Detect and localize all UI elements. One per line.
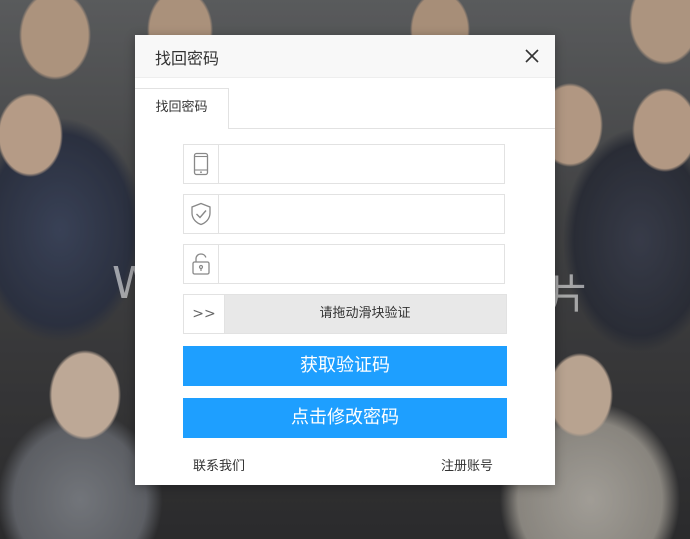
slider-handle[interactable]: >>	[184, 295, 225, 333]
phone-field	[183, 144, 505, 184]
recover-password-dialog: 找回密码 找回密码 >> 请拖动滑块验证 获取验证码 点击修改密码 联系我们 注…	[135, 35, 555, 485]
lock-icon	[184, 245, 219, 283]
shield-check-icon	[184, 195, 219, 233]
close-icon[interactable]	[523, 47, 541, 65]
dialog-header: 找回密码	[135, 35, 555, 78]
phone-icon	[184, 145, 219, 183]
verification-code-input[interactable]	[219, 195, 502, 233]
get-code-button[interactable]: 获取验证码	[183, 346, 507, 386]
phone-input[interactable]	[219, 145, 502, 183]
slider-instruction: 请拖动滑块验证	[319, 306, 411, 321]
slider-captcha: >> 请拖动滑块验证	[183, 294, 507, 334]
change-password-button[interactable]: 点击修改密码	[183, 398, 507, 438]
tab-recover-password[interactable]: 找回密码	[135, 88, 229, 129]
tab-strip: 找回密码	[135, 88, 555, 129]
dialog-title: 找回密码	[155, 49, 220, 68]
verification-code-field	[183, 194, 505, 234]
password-input[interactable]	[219, 245, 502, 283]
register-link[interactable]: 注册账号	[441, 455, 493, 474]
contact-us-link[interactable]: 联系我们	[193, 455, 245, 474]
password-field	[183, 244, 505, 284]
